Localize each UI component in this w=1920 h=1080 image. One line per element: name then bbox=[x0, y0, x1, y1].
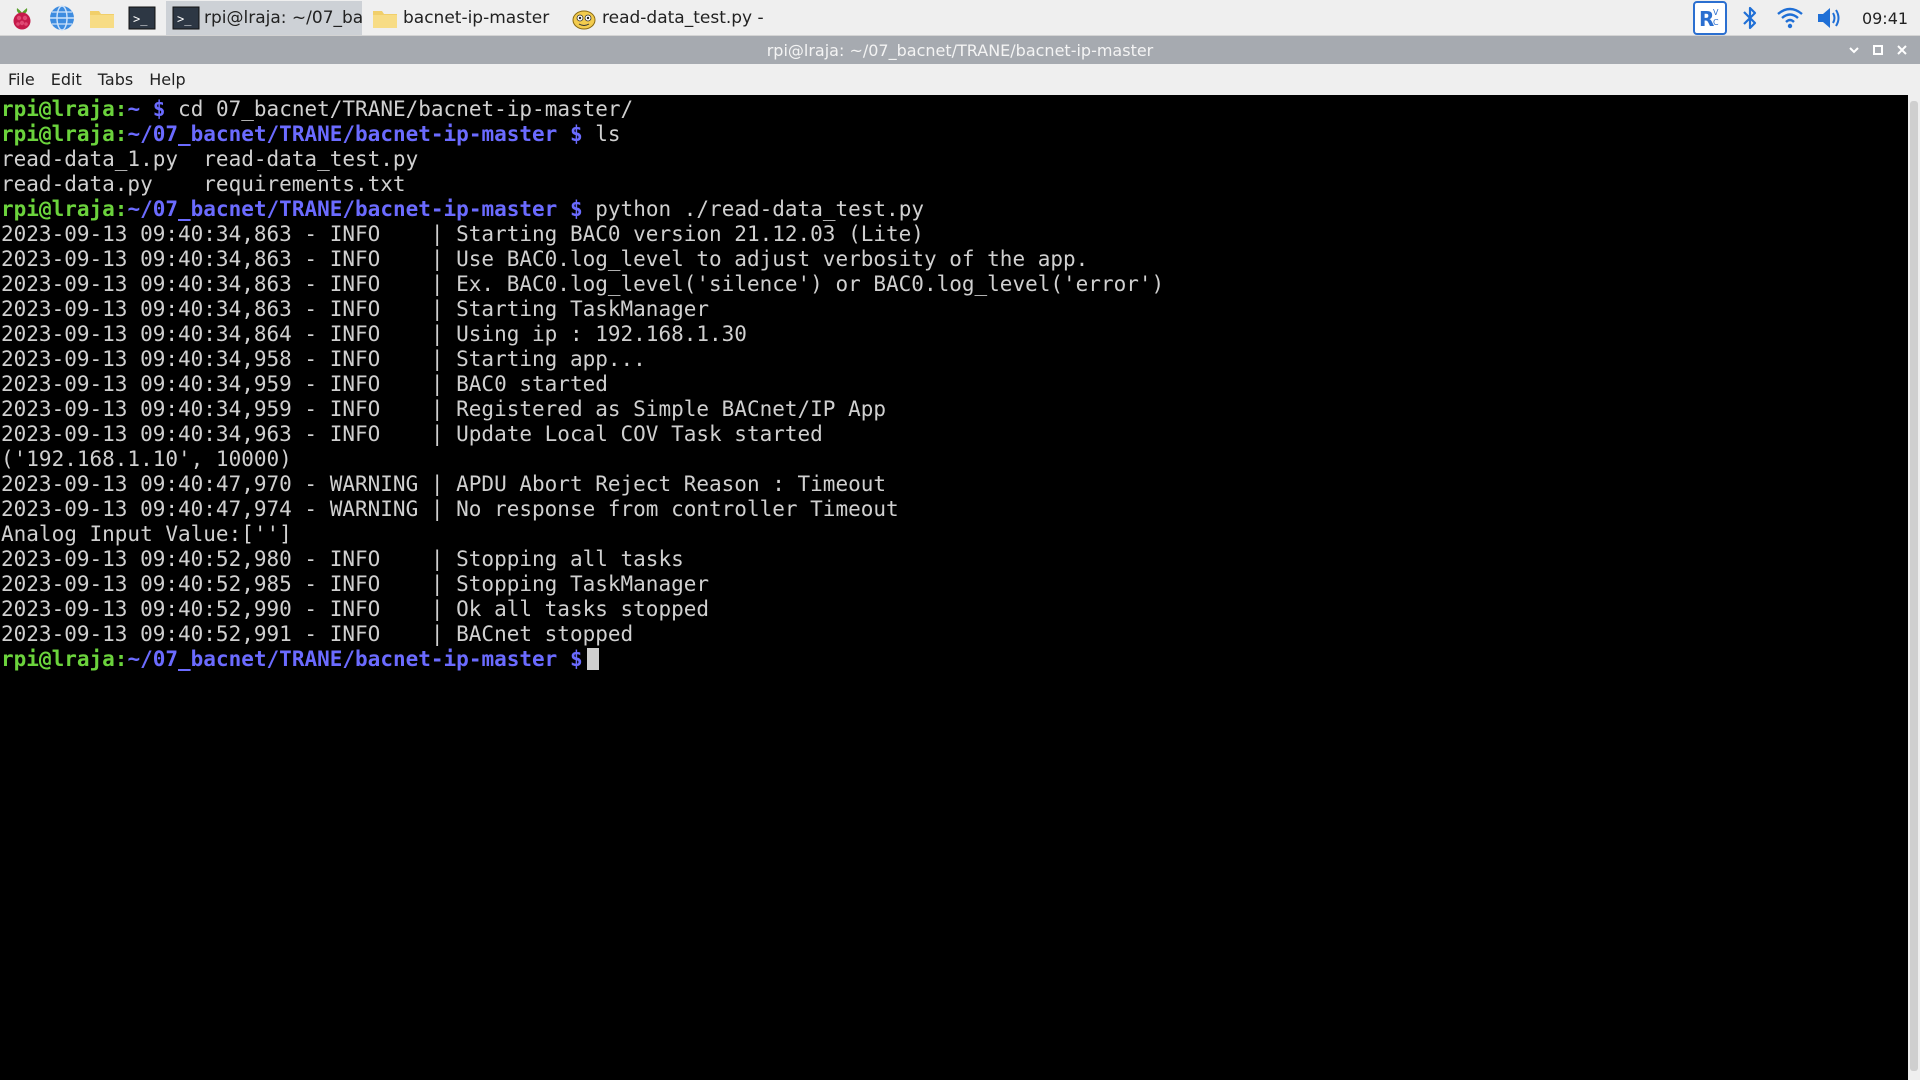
menubar: File Edit Tabs Help bbox=[0, 64, 1920, 95]
wifi-tray-button[interactable] bbox=[1770, 0, 1810, 36]
maximize-button[interactable] bbox=[1866, 36, 1890, 64]
taskbar-task-thonny[interactable]: read-data_test.py - /h... bbox=[564, 1, 764, 35]
taskbar-task-label: rpi@lraja: ~/07_bacn... bbox=[204, 7, 362, 28]
command-text: python ./read-data_test.py bbox=[595, 197, 924, 221]
command-text: cd 07_bacnet/TRANE/bacnet-ip-master/ bbox=[178, 97, 634, 121]
maximize-icon bbox=[1873, 45, 1883, 55]
log-line: 2023-09-13 09:40:34,958 - INFO | Startin… bbox=[1, 347, 646, 371]
clock[interactable]: 09:41 bbox=[1850, 9, 1920, 28]
top-panel: >_ >_ rpi@lraja: ~/07_bacn... bacnet-ip-… bbox=[0, 0, 1920, 36]
svg-text:>_: >_ bbox=[177, 12, 192, 26]
bluetooth-tray-button[interactable] bbox=[1730, 0, 1770, 36]
terminal-icon: >_ bbox=[128, 6, 156, 29]
command-text: ls bbox=[595, 122, 621, 146]
log-line: 2023-09-13 09:40:34,959 - INFO | Registe… bbox=[1, 397, 887, 421]
folder-icon bbox=[371, 4, 399, 32]
vnc-tray-button[interactable]: R V C bbox=[1690, 0, 1730, 36]
svg-text:>_: >_ bbox=[133, 12, 148, 26]
window-titlebar[interactable]: rpi@lraja: ~/07_bacnet/TRANE/bacnet-ip-m… bbox=[0, 36, 1920, 64]
folder-icon bbox=[90, 10, 114, 28]
raspberry-icon bbox=[13, 7, 31, 29]
speaker-icon bbox=[1818, 8, 1840, 28]
output-line: read-data_1.py read-data_test.py bbox=[1, 147, 419, 171]
log-line: 2023-09-13 09:40:34,863 - INFO | Ex. BAC… bbox=[1, 272, 1165, 296]
log-line: 2023-09-13 09:40:34,963 - INFO | Update … bbox=[1, 422, 823, 446]
menu-file[interactable]: File bbox=[0, 70, 43, 89]
menu-help[interactable]: Help bbox=[141, 70, 193, 89]
file-manager-launcher[interactable] bbox=[84, 0, 120, 36]
output-line: Analog Input Value:[''] bbox=[1, 522, 292, 546]
log-line: 2023-09-13 09:40:34,863 - INFO | Startin… bbox=[1, 297, 710, 321]
log-line: 2023-09-13 09:40:34,959 - INFO | BAC0 st… bbox=[1, 372, 608, 396]
log-line: 2023-09-13 09:40:47,974 - WARNING | No r… bbox=[1, 497, 899, 521]
close-button[interactable] bbox=[1890, 36, 1914, 64]
menu-edit[interactable]: Edit bbox=[43, 70, 90, 89]
terminal-icon: >_ bbox=[172, 4, 200, 32]
prompt-line: rpi@lraja:~/07_bacnet/TRANE/bacnet-ip-ma… bbox=[1, 197, 924, 221]
terminal-scrollbar[interactable] bbox=[1908, 95, 1920, 1080]
log-line: 2023-09-13 09:40:34,863 - INFO | Startin… bbox=[1, 222, 924, 246]
globe-icon bbox=[50, 4, 74, 31]
taskbar-task-label: read-data_test.py - /h... bbox=[602, 7, 764, 28]
menu-tabs[interactable]: Tabs bbox=[90, 70, 141, 89]
thonny-icon bbox=[570, 4, 598, 32]
log-line: 2023-09-13 09:40:52,991 - INFO | BACnet … bbox=[1, 622, 634, 646]
log-line: 2023-09-13 09:40:34,864 - INFO | Using i… bbox=[1, 322, 747, 346]
taskbar-task-terminal[interactable]: >_ rpi@lraja: ~/07_bacn... bbox=[166, 0, 362, 35]
log-line: 2023-09-13 09:40:52,980 - INFO | Stoppin… bbox=[1, 547, 684, 571]
volume-tray-button[interactable] bbox=[1810, 0, 1850, 36]
browser-launcher[interactable] bbox=[44, 0, 80, 36]
prompt-line: rpi@lraja:~/07_bacnet/TRANE/bacnet-ip-ma… bbox=[1, 122, 621, 146]
log-line: 2023-09-13 09:40:52,990 - INFO | Ok all … bbox=[1, 597, 710, 621]
terminal-launcher[interactable]: >_ bbox=[124, 0, 160, 36]
system-tray: R V C 09:41 bbox=[1690, 0, 1920, 36]
svg-text:V: V bbox=[1713, 8, 1719, 17]
taskbar-task-label: bacnet-ip-master bbox=[403, 7, 550, 28]
chevron-down-icon bbox=[1849, 47, 1859, 54]
text-cursor bbox=[586, 648, 599, 670]
log-line: 2023-09-13 09:40:34,863 - INFO | Use BAC… bbox=[1, 247, 1089, 271]
prompt-line: rpi@lraja:~/07_bacnet/TRANE/bacnet-ip-ma… bbox=[0, 647, 1908, 672]
scrollbar-thumb[interactable] bbox=[1910, 101, 1918, 1071]
bluetooth-icon bbox=[1743, 6, 1757, 30]
log-line: 2023-09-13 09:40:52,985 - INFO | Stoppin… bbox=[1, 572, 710, 596]
window-title: rpi@lraja: ~/07_bacnet/TRANE/bacnet-ip-m… bbox=[766, 40, 1154, 60]
svg-text:C: C bbox=[1713, 18, 1719, 27]
log-line: 2023-09-13 09:40:47,970 - WARNING | APDU… bbox=[1, 472, 887, 496]
prompt-line: rpi@lraja:~ $ cd 07_bacnet/TRANE/bacnet-… bbox=[1, 97, 634, 121]
output-line: read-data.py requirements.txt bbox=[1, 172, 406, 196]
output-line: ('192.168.1.10', 10000) bbox=[1, 447, 292, 471]
minimize-button[interactable] bbox=[1842, 36, 1866, 64]
raspberry-menu-button[interactable] bbox=[4, 0, 40, 36]
terminal-output[interactable]: rpi@lraja:~ $ cd 07_bacnet/TRANE/bacnet-… bbox=[0, 95, 1908, 1080]
vnc-icon: R V C bbox=[1693, 1, 1727, 35]
close-icon bbox=[1897, 45, 1907, 55]
taskbar-task-file-manager[interactable]: bacnet-ip-master bbox=[365, 1, 561, 35]
wifi-icon bbox=[1777, 7, 1803, 29]
